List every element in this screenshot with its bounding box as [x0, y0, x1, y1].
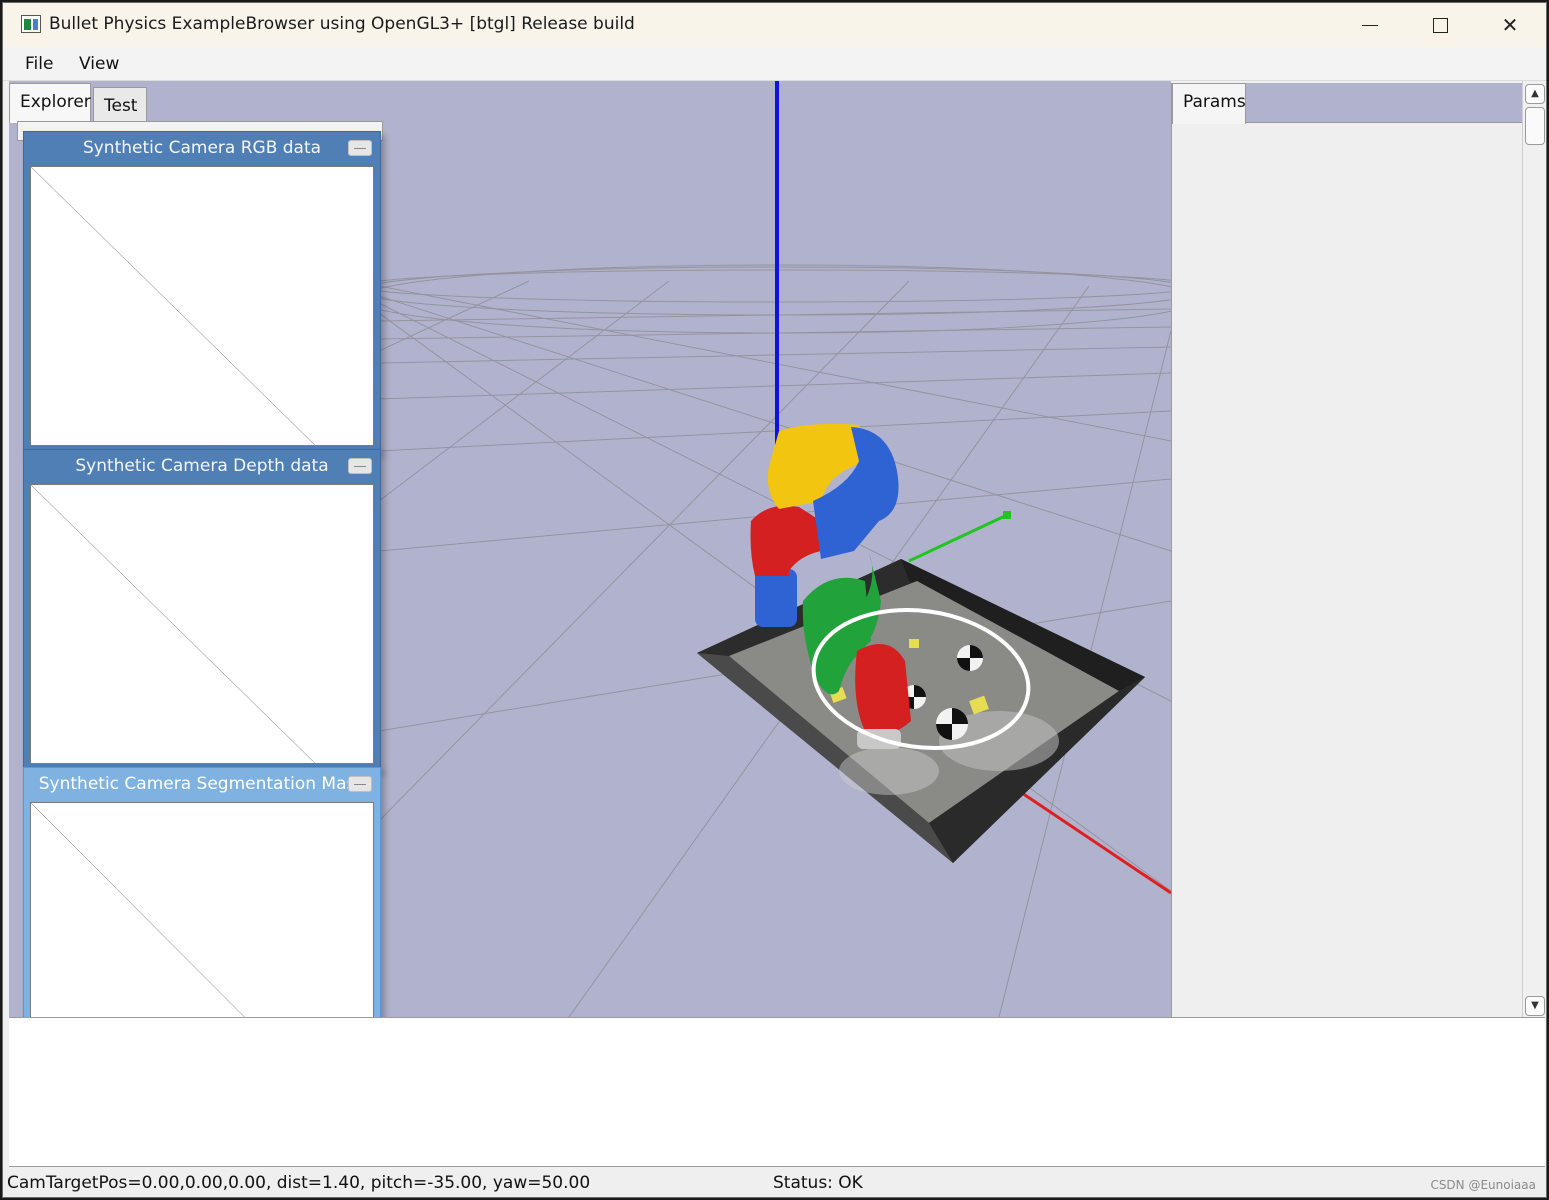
tab-test[interactable]: Test [93, 87, 147, 123]
title-bar[interactable]: Bullet Physics ExampleBrowser using Open… [3, 3, 1546, 47]
params-panel: Params [1171, 83, 1524, 1017]
window-title: Bullet Physics ExampleBrowser using Open… [49, 14, 635, 34]
camera-rgb-minimize-button[interactable] [348, 140, 372, 156]
camera-status-text: CamTargetPos=0.00,0.00,0.00, dist=1.40, … [7, 1173, 591, 1193]
menu-file[interactable]: File [25, 54, 53, 74]
params-tab-bar: Params [1172, 83, 1524, 124]
minimize-button[interactable] [1335, 3, 1405, 47]
watermark: CSDN @Eunoiaaa [1430, 1178, 1536, 1192]
minimize-icon [1362, 24, 1378, 26]
scroll-thumb[interactable] [1525, 107, 1545, 145]
camera-rgb-image [30, 166, 374, 446]
app-window: Bullet Physics ExampleBrowser using Open… [2, 2, 1547, 1198]
menu-bar: File View [3, 47, 1546, 81]
y-axis-handle[interactable] [1003, 511, 1011, 519]
y-axis [908, 513, 1008, 563]
scroll-up-arrow-icon[interactable]: ▲ [1525, 84, 1545, 104]
close-icon: ✕ [1501, 13, 1519, 37]
maximize-button[interactable] [1405, 3, 1475, 47]
console-output [9, 1017, 1545, 1167]
camera-depth-title[interactable]: Synthetic Camera Depth data [24, 450, 380, 482]
empty-image-placeholder [31, 485, 373, 763]
maximize-icon [1432, 17, 1448, 33]
empty-image-placeholder [31, 167, 373, 445]
tab-explorer[interactable]: Explorer [9, 83, 91, 123]
x-axis [1018, 789, 1171, 895]
camera-depth-minimize-button[interactable] [348, 458, 372, 474]
status-bar: CamTargetPos=0.00,0.00,0.00, dist=1.40, … [3, 1169, 1546, 1197]
camera-segmentation-title[interactable]: Synthetic Camera Segmentation Mask [24, 768, 380, 800]
scroll-down-arrow-icon[interactable]: ▼ [1525, 996, 1545, 1016]
camera-depth-image [30, 484, 374, 764]
params-scrollbar[interactable]: ▲ ▼ [1522, 81, 1546, 1019]
camera-rgb-window[interactable]: Synthetic Camera RGB data [23, 131, 381, 453]
app-icon [21, 15, 41, 33]
status-text: Status: OK [773, 1173, 863, 1193]
camera-depth-window[interactable]: Synthetic Camera Depth data [23, 449, 381, 771]
camera-segmentation-minimize-button[interactable] [348, 776, 372, 792]
close-button[interactable]: ✕ [1475, 3, 1545, 47]
menu-view[interactable]: View [79, 54, 119, 74]
camera-rgb-title[interactable]: Synthetic Camera RGB data [24, 132, 380, 164]
tab-params[interactable]: Params [1172, 83, 1246, 124]
